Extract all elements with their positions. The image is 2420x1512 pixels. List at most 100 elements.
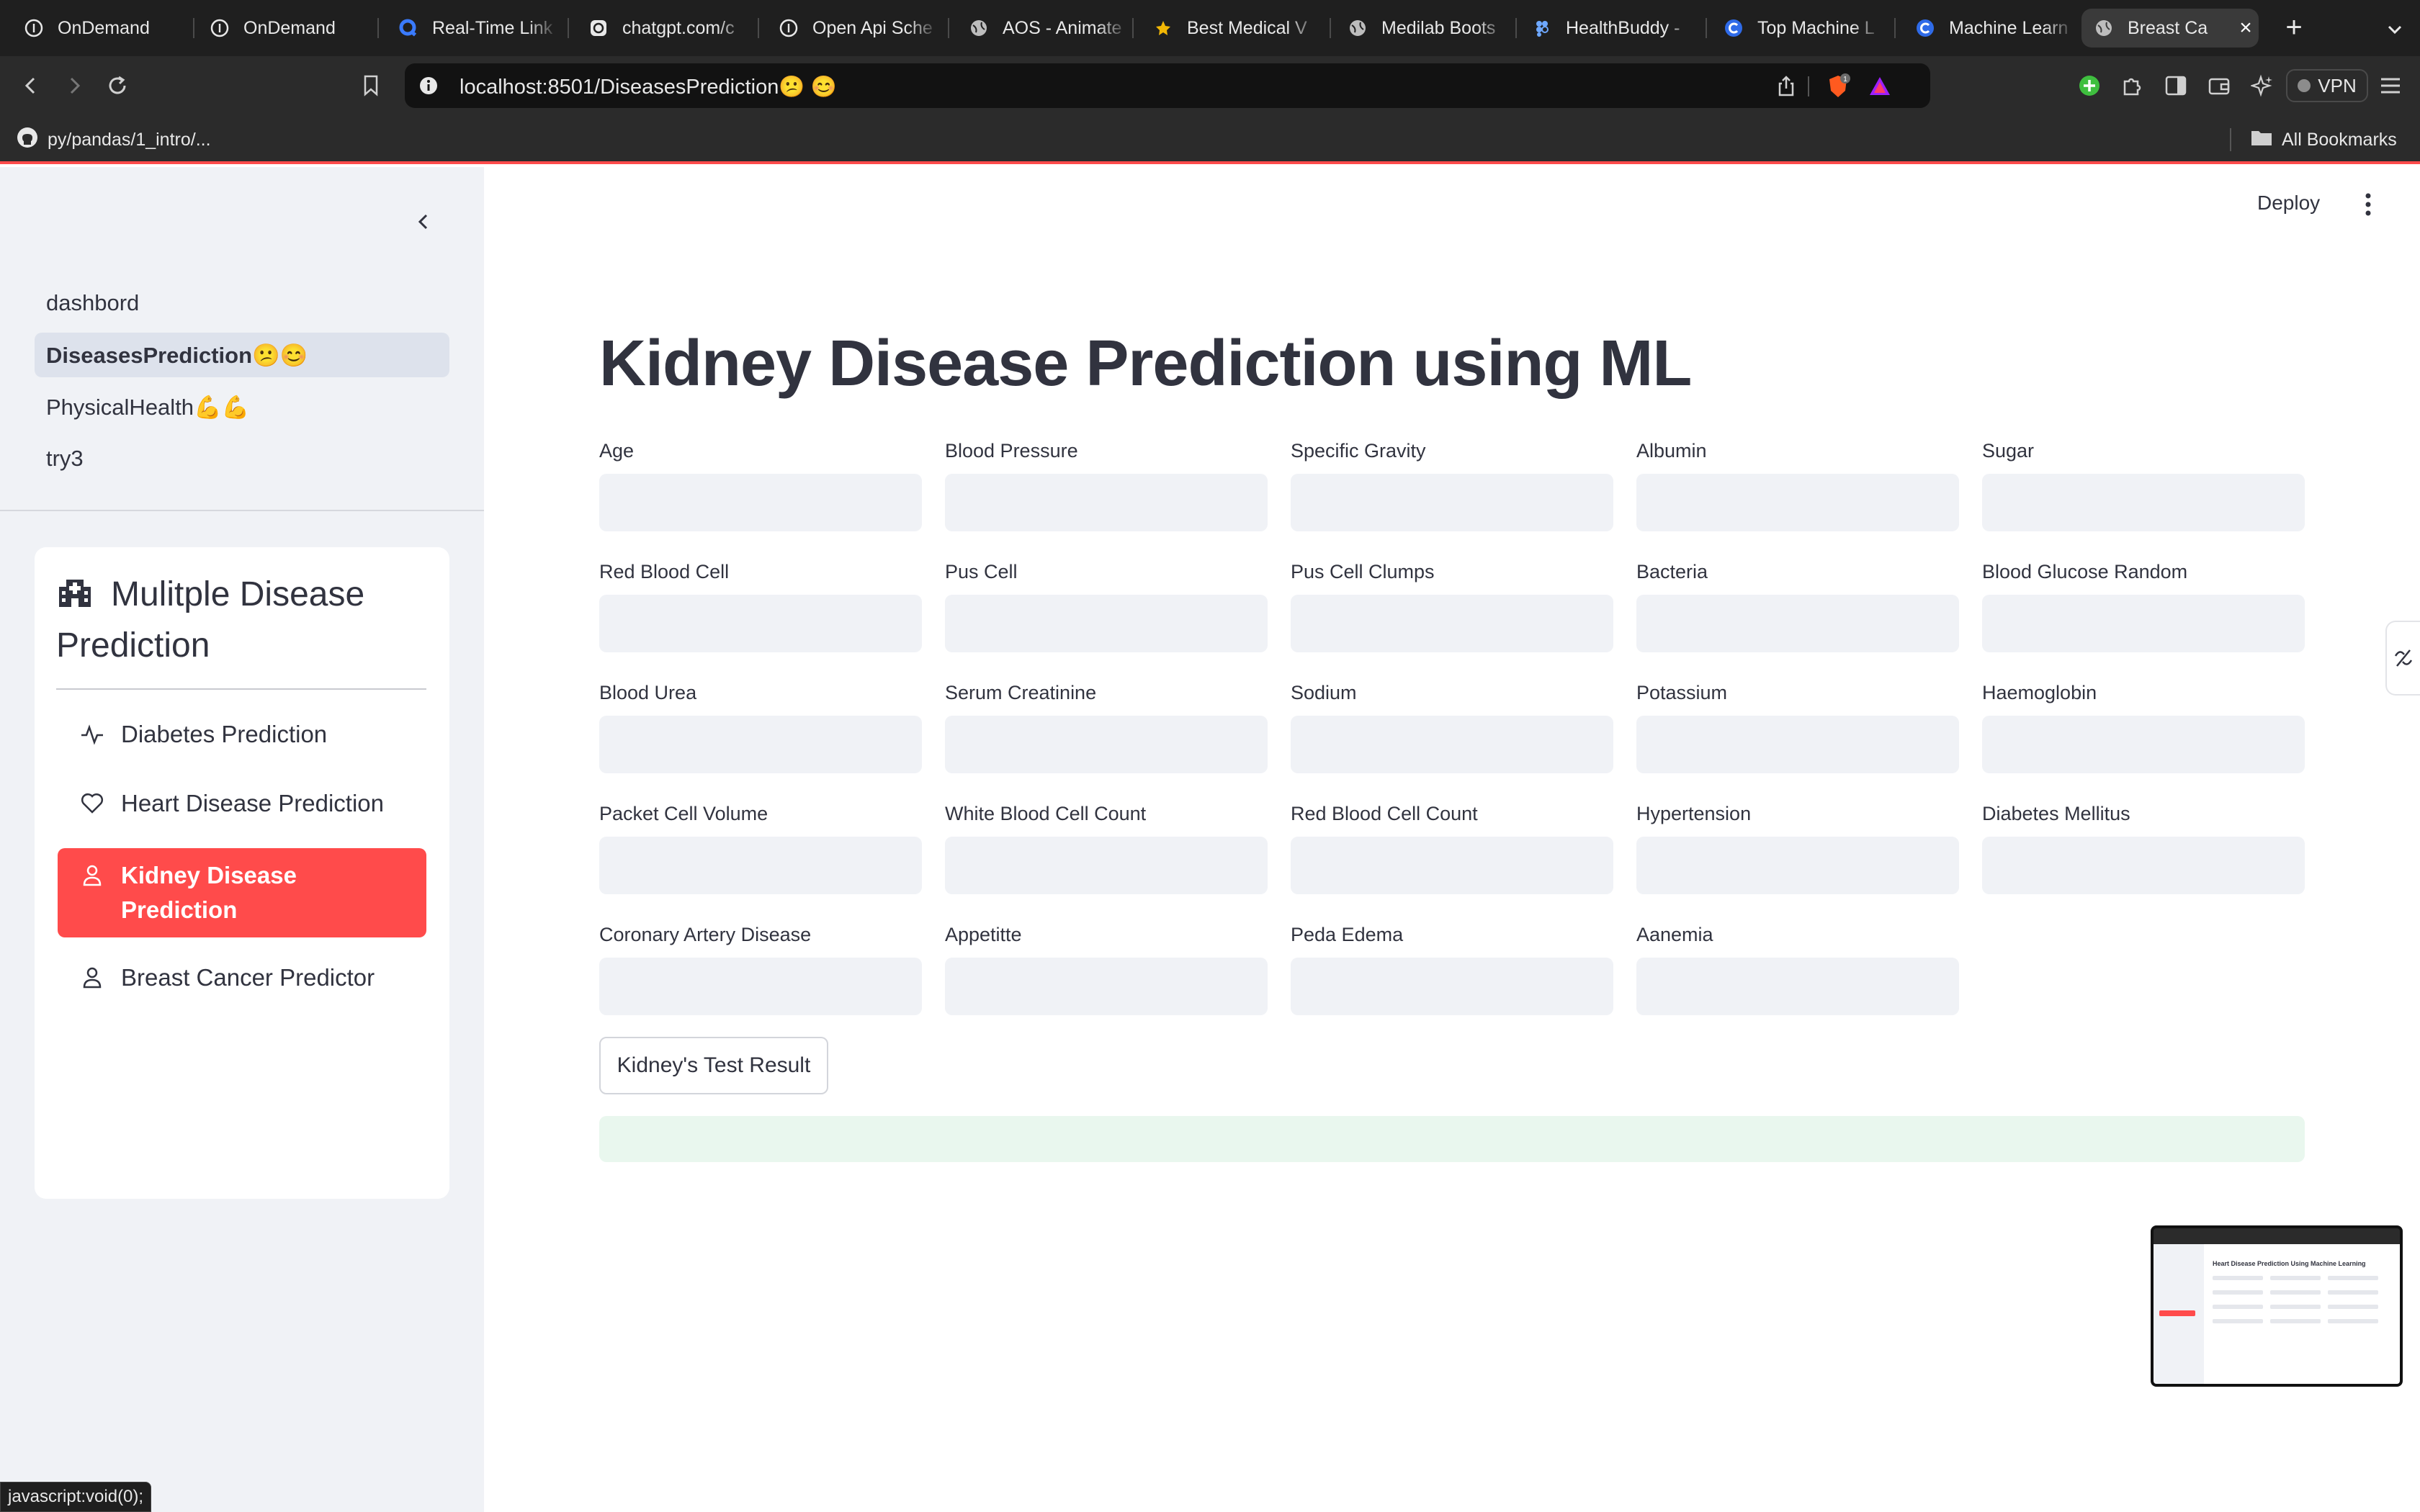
forward-button[interactable]: [58, 69, 91, 102]
deploy-button[interactable]: Deploy: [2257, 189, 2320, 217]
all-bookmarks-button[interactable]: All Bookmarks: [2250, 127, 2397, 153]
albumin-input[interactable]: [1636, 474, 1959, 531]
wallet-icon[interactable]: [2202, 69, 2236, 102]
tab-title: HealthBuddy -: [1566, 17, 1680, 38]
brave-rewards-icon[interactable]: [1867, 73, 1893, 99]
share-icon[interactable]: [1773, 73, 1799, 99]
nav-page-label: dashbord: [46, 290, 140, 315]
browser-tab-active[interactable]: Breast Ca ×: [2081, 9, 2259, 48]
browser-tab[interactable]: Medilab Boots: [1335, 9, 1508, 48]
nav-page-physical-health[interactable]: PhysicalHealth💪💪: [35, 384, 449, 429]
address-bar[interactable]: localhost:8501/DiseasesPrediction😕 😊 1: [405, 63, 1930, 108]
browser-tab[interactable]: chatgpt.com/c: [576, 9, 749, 48]
sugar-input[interactable]: [1982, 474, 2305, 531]
browser-tab[interactable]: Open Api Sche: [766, 9, 939, 48]
hamburger-menu-icon[interactable]: [2374, 69, 2407, 102]
pus-cell-clumps-input[interactable]: [1291, 595, 1613, 652]
field-label: Packet Cell Volume: [599, 803, 768, 824]
nav-page-dashbord[interactable]: dashbord: [35, 281, 449, 325]
leo-ai-icon[interactable]: [2246, 69, 2279, 102]
thumbnail-field: [2213, 1305, 2263, 1309]
menu-item-breast-cancer[interactable]: Breast Cancer Predictor: [58, 960, 426, 995]
field-red-blood-cell: Red Blood Cell: [599, 559, 922, 652]
url-text[interactable]: localhost:8501/DiseasesPrediction😕 😊: [460, 75, 837, 99]
close-tab-icon[interactable]: ×: [2233, 16, 2259, 40]
star-logo-icon: [1152, 17, 1174, 39]
nav-page-label: PhysicalHealth💪💪: [46, 394, 250, 420]
field-label: Specific Gravity: [1291, 440, 1426, 462]
chevron-down-icon[interactable]: [2378, 13, 2411, 46]
field-aanemia: Aanemia: [1636, 922, 1959, 1015]
specific-gravity-input[interactable]: [1291, 474, 1613, 531]
red-blood-cell-input[interactable]: [599, 595, 922, 652]
more-options-icon[interactable]: [2354, 189, 2383, 220]
appetitte-input[interactable]: [945, 958, 1268, 1015]
field-label: Hypertension: [1636, 803, 1752, 824]
browser-tab[interactable]: Real-Time Link: [386, 9, 559, 48]
bookmark-icon[interactable]: [354, 69, 387, 102]
browser-tab[interactable]: AOS - Animate: [956, 9, 1129, 48]
red-blood-cell-count-input[interactable]: [1291, 837, 1613, 894]
side-panel-handle[interactable]: [2385, 621, 2420, 696]
age-input[interactable]: [599, 474, 922, 531]
diabetes-mellitus-input[interactable]: [1982, 837, 2305, 894]
person-icon: [79, 863, 105, 888]
nav-page-diseases-prediction[interactable]: DiseasesPrediction😕😊: [35, 333, 449, 377]
sodium-input[interactable]: [1291, 716, 1613, 773]
field-label: Appetitte: [945, 924, 1022, 945]
blood-glucose-random-input[interactable]: [1982, 595, 2305, 652]
aanemia-input[interactable]: [1636, 958, 1959, 1015]
browser-tab[interactable]: Machine Learn: [1903, 9, 2076, 48]
option-menu: Mulitple Disease Prediction Diabetes Pre…: [35, 547, 449, 1199]
bookmark-item[interactable]: py/pandas/1_intro/...: [16, 127, 211, 153]
tab-title: Best Medical V: [1187, 17, 1307, 38]
menu-item-diabetes[interactable]: Diabetes Prediction: [58, 717, 426, 752]
browser-tab[interactable]: Best Medical V: [1141, 9, 1321, 48]
potassium-input[interactable]: [1636, 716, 1959, 773]
brave-shields-icon[interactable]: 1: [1825, 73, 1851, 99]
menu-item-kidney-disease[interactable]: Kidney Disease Prediction: [58, 848, 426, 937]
field-appetitte: Appetitte: [945, 922, 1268, 1015]
kidney-test-result-button[interactable]: Kidney's Test Result: [599, 1037, 828, 1094]
coronary-artery-disease-input[interactable]: [599, 958, 922, 1015]
hypertension-input[interactable]: [1636, 837, 1959, 894]
reload-button[interactable]: [101, 69, 134, 102]
nav-page-try3[interactable]: try3: [35, 436, 449, 481]
field-label: Diabetes Mellitus: [1982, 803, 2130, 824]
serum-creatinine-input[interactable]: [945, 716, 1268, 773]
white-blood-cell-count-input[interactable]: [945, 837, 1268, 894]
field-label: Bacteria: [1636, 561, 1708, 582]
haemoglobin-input[interactable]: [1982, 716, 2305, 773]
tab-separator: [193, 18, 194, 38]
browser-tab[interactable]: OnDemand: [12, 9, 192, 48]
tab-title: OnDemand: [58, 17, 150, 38]
tab-title: Machine Learn: [1949, 17, 2069, 38]
menu-title-text: Mulitple Disease Prediction: [56, 575, 365, 665]
field-label: Blood Urea: [599, 682, 697, 703]
menu-item-label: Breast Cancer Predictor: [121, 964, 375, 991]
browser-tab[interactable]: HealthBuddy -: [1520, 9, 1700, 48]
extensions-puzzle-icon[interactable]: [2116, 69, 2149, 102]
blood-pressure-input[interactable]: [945, 474, 1268, 531]
omnibox-separator: [1808, 76, 1809, 96]
bacteria-input[interactable]: [1636, 595, 1959, 652]
vpn-button[interactable]: VPN: [2286, 69, 2368, 102]
browser-tab[interactable]: OnDemand: [197, 9, 370, 48]
menu-title: Mulitple Disease Prediction: [56, 569, 431, 671]
packet-cell-volume-input[interactable]: [599, 837, 922, 894]
new-tab-button[interactable]: +: [2277, 12, 2311, 45]
back-button[interactable]: [14, 69, 48, 102]
field-specific-gravity: Specific Gravity: [1291, 438, 1613, 531]
collapse-sidebar-button[interactable]: [406, 204, 441, 239]
tab-preview-thumbnail[interactable]: Heart Disease Prediction Using Machine L…: [2151, 1225, 2403, 1387]
peda-edema-input[interactable]: [1291, 958, 1613, 1015]
blood-urea-input[interactable]: [599, 716, 922, 773]
extension-add-icon[interactable]: [2073, 69, 2106, 102]
site-info-icon[interactable]: [418, 75, 439, 96]
menu-item-heart-disease[interactable]: Heart Disease Prediction: [58, 786, 426, 821]
browser-tab[interactable]: Top Machine L: [1711, 9, 1884, 48]
pus-cell-input[interactable]: [945, 595, 1268, 652]
sidebar-toggle-icon[interactable]: [2159, 69, 2192, 102]
field-bacteria: Bacteria: [1636, 559, 1959, 652]
field-label: Coronary Artery Disease: [599, 924, 812, 945]
